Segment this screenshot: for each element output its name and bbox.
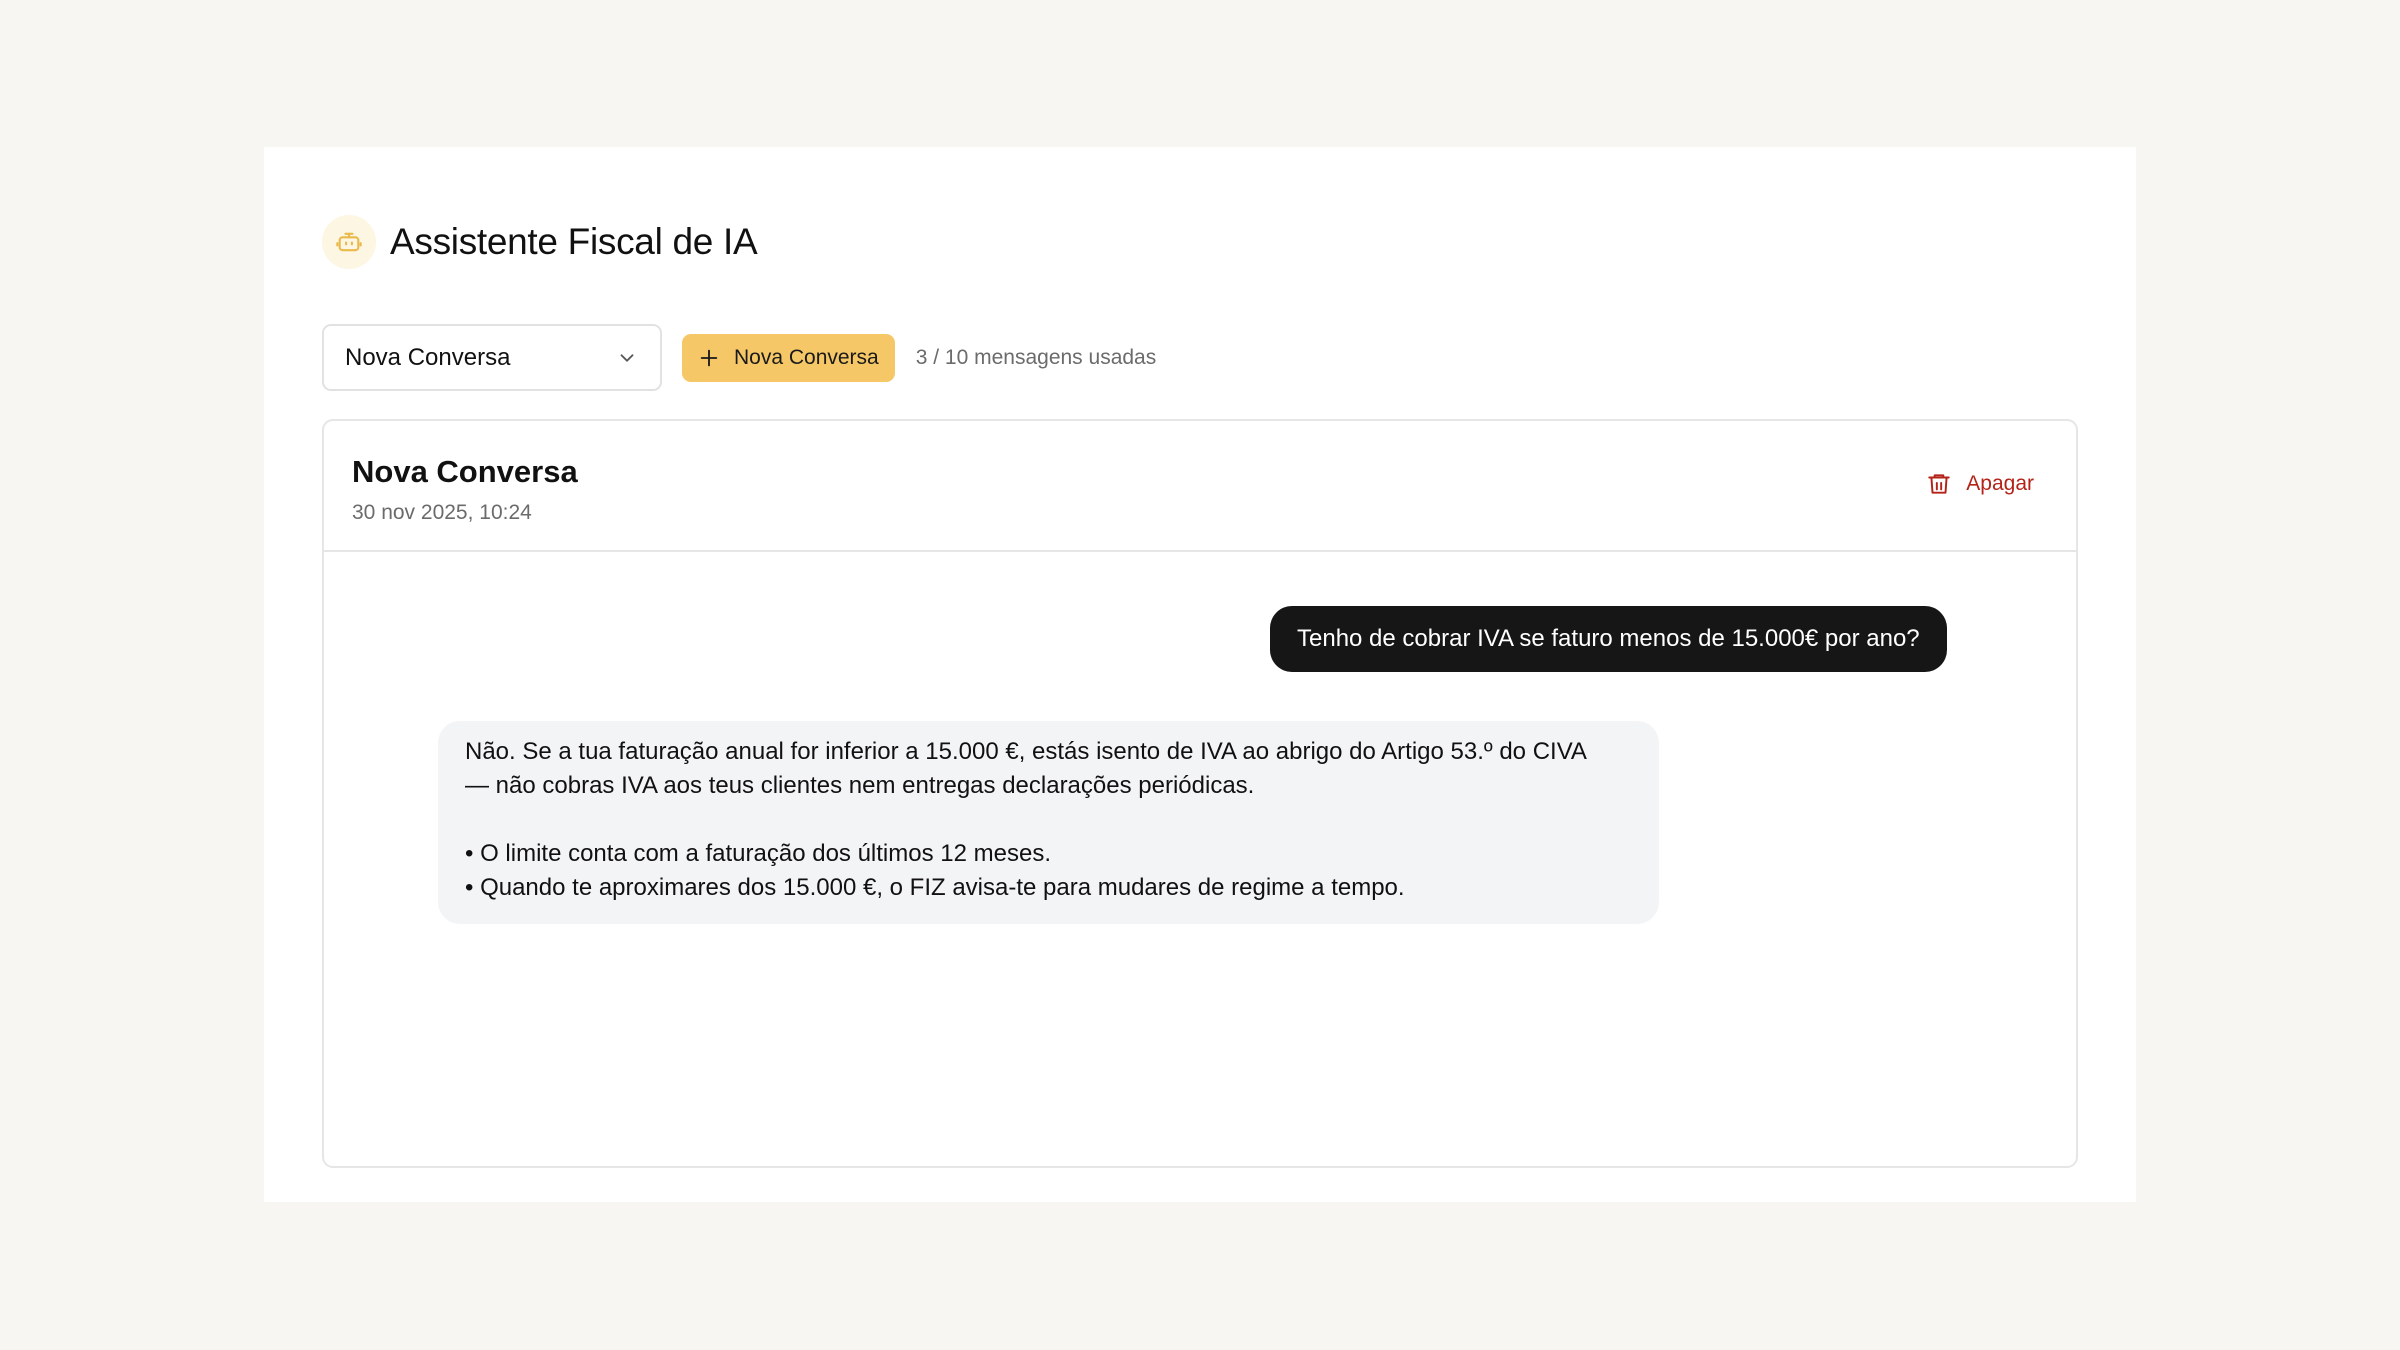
toolbar: Nova Conversa Nova Conversa 3 / 10 mensa…: [322, 324, 1156, 391]
chevron-down-icon: [616, 347, 638, 369]
page-title: Assistente Fiscal de IA: [390, 221, 758, 262]
conversation-title: Nova Conversa: [352, 454, 578, 489]
plus-icon: [698, 347, 720, 369]
assistant-message-bullet: • Quando te aproximares dos 15.000 €, o …: [465, 874, 1405, 901]
conversation-date: 30 nov 2025, 10:24: [352, 501, 532, 524]
assistant-message-line: Não. Se a tua faturação anual for inferi…: [465, 738, 1587, 765]
new-conversation-label: Nova Conversa: [734, 345, 879, 369]
user-message: Tenho de cobrar IVA se faturo menos de 1…: [1270, 606, 1947, 672]
conversation-header: Nova Conversa 30 nov 2025, 10:24 Apagar: [324, 421, 2076, 552]
usage-counter: 3 / 10 mensagens usadas: [915, 345, 1157, 369]
assistant-message-bullet: • O limite conta com a faturação dos últ…: [465, 840, 1051, 867]
conversation-select[interactable]: Nova Conversa: [322, 324, 662, 391]
robot-icon: [322, 215, 376, 269]
trash-icon: [1926, 471, 1952, 497]
new-conversation-button[interactable]: Nova Conversa: [682, 333, 895, 382]
delete-button[interactable]: Apagar: [1926, 471, 2034, 497]
main-panel: Assistente Fiscal de IA Nova Conversa No…: [264, 147, 2136, 1202]
assistant-message: Não. Se a tua faturação anual for inferi…: [438, 721, 1659, 924]
conversation-card: Nova Conversa 30 nov 2025, 10:24 Apagar …: [322, 419, 2078, 1168]
page-header: Assistente Fiscal de IA: [322, 215, 758, 269]
delete-label: Apagar: [1966, 472, 2034, 495]
conversation-select-value: Nova Conversa: [345, 343, 511, 371]
assistant-message-line: — não cobras IVA aos teus clientes nem e…: [465, 772, 1255, 799]
